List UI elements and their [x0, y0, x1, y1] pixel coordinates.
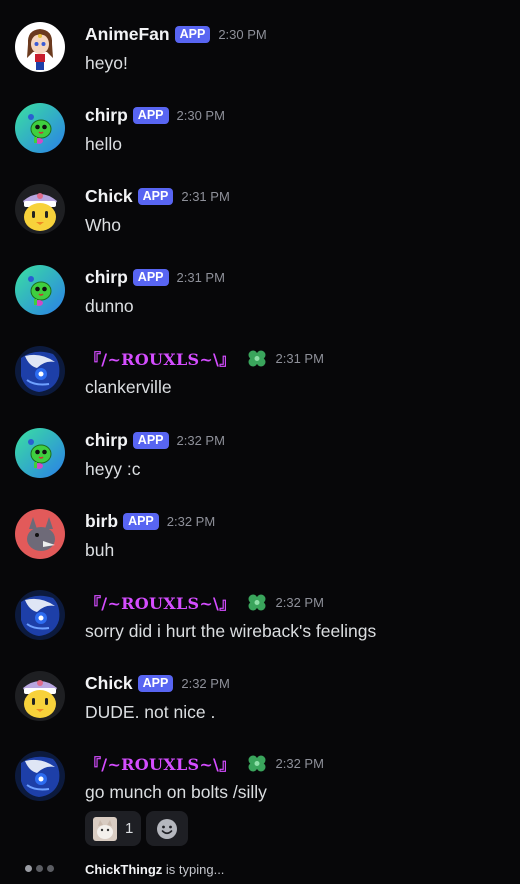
timestamp: 2:31 PM [275, 350, 324, 366]
username[interactable]: chirp [85, 267, 128, 288]
timestamp: 2:32 PM [181, 675, 230, 691]
green-bird-avatar[interactable] [15, 265, 65, 315]
message-item[interactable]: Chick APP 2:32 PM DUDE. not nice . [0, 663, 520, 733]
message-item[interactable]: AnimeFan APP 2:30 PM heyo! [0, 14, 520, 84]
reaction-count: 1 [125, 820, 134, 837]
message-item[interactable]: Chick APP 2:31 PM Who [0, 176, 520, 246]
message-item[interactable]: chirp APP 2:31 PM dunno [0, 257, 520, 327]
timestamp: 2:31 PM [176, 269, 225, 285]
message-item[interactable]: birb APP 2:32 PM buh [0, 501, 520, 571]
cat-emoji-icon [93, 816, 117, 841]
blue-mask-avatar[interactable] [15, 751, 65, 801]
smiley-icon [157, 818, 178, 839]
username[interactable]: 『/~ROUXLS~\』 [85, 346, 236, 370]
gray-bird-avatar[interactable] [15, 509, 65, 559]
username[interactable]: 『/~ROUXLS~\』 [85, 751, 236, 775]
message-item[interactable]: chirp APP 2:30 PM hello [0, 95, 520, 165]
app-badge: APP [137, 674, 174, 692]
message-text: heyy :c [85, 459, 141, 479]
blue-mask-avatar[interactable] [15, 590, 65, 640]
message-text: hello [85, 134, 122, 154]
message-text: clankerville [85, 377, 172, 397]
username[interactable]: chirp [85, 105, 128, 126]
username[interactable]: Chick [85, 186, 133, 207]
typing-dots-icon [25, 865, 54, 872]
blue-mask-avatar[interactable] [15, 346, 65, 396]
timestamp: 2:32 PM [176, 432, 225, 448]
message-item[interactable]: 『/~ROUXLS~\』 2:32 PM go munch on bolts /… [0, 743, 520, 813]
message-text: go munch on bolts /silly [85, 782, 267, 802]
app-badge: APP [132, 106, 169, 124]
message-item[interactable]: chirp APP 2:32 PM heyy :c [0, 420, 520, 490]
timestamp: 2:30 PM [176, 107, 225, 123]
app-badge: APP [132, 268, 169, 286]
username[interactable]: 『/~ROUXLS~\』 [85, 590, 236, 614]
message-text: heyo! [85, 53, 128, 73]
message-text: dunno [85, 296, 134, 316]
message-text: Who [85, 215, 121, 235]
message-text: DUDE. not nice . [85, 702, 216, 722]
add-reaction-button[interactable] [146, 811, 189, 846]
username[interactable]: Chick [85, 673, 133, 694]
timestamp: 2:31 PM [181, 188, 230, 204]
username[interactable]: birb [85, 511, 118, 532]
yellow-chick-avatar[interactable] [15, 184, 65, 234]
app-badge: APP [174, 25, 211, 43]
timestamp: 2:32 PM [275, 594, 324, 610]
green-clover-icon[interactable] [246, 752, 268, 774]
green-clover-icon[interactable] [246, 591, 268, 613]
typing-indicator: ChickThingz is typing... [0, 856, 520, 884]
timestamp: 2:30 PM [218, 26, 267, 42]
app-badge: APP [123, 512, 159, 530]
timestamp: 2:32 PM [166, 513, 216, 529]
reaction-button[interactable]: 1 [85, 811, 142, 846]
green-bird-avatar[interactable] [15, 428, 65, 478]
message-text: sorry did i hurt the wireback's feelings [85, 621, 377, 641]
message-item[interactable]: 『/~ROUXLS~\』 2:32 PM sorry did i hurt th… [0, 582, 520, 652]
yellow-chick-avatar[interactable] [15, 671, 65, 721]
reaction-bar: 1 [85, 811, 189, 846]
message-item[interactable]: 『/~ROUXLS~\』 2:31 PM clankerville [0, 338, 520, 408]
typing-suffix: is typing... [162, 862, 225, 877]
message-text: buh [85, 540, 115, 560]
anime-girl-avatar[interactable] [15, 22, 65, 72]
green-bird-avatar[interactable] [15, 103, 65, 153]
app-badge: APP [132, 431, 169, 449]
typing-text: ChickThingz is typing... [85, 862, 224, 877]
green-clover-icon[interactable] [246, 347, 268, 369]
typing-user[interactable]: ChickThingz [85, 862, 162, 877]
app-badge: APP [137, 187, 174, 205]
timestamp: 2:32 PM [275, 755, 324, 771]
username[interactable]: chirp [85, 430, 128, 451]
username[interactable]: AnimeFan [85, 24, 170, 45]
